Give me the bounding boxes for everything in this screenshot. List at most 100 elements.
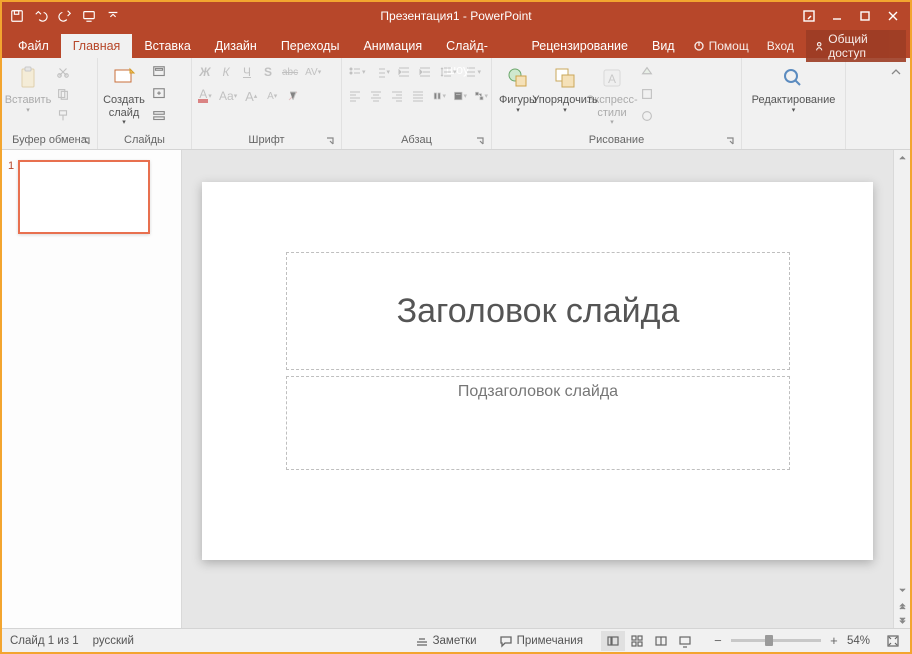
group-paragraph: ▾ ▾ ▾ ▾ ▾ ▾ ▾ Абзац — [342, 58, 492, 149]
thumbnail-item[interactable]: 1 — [8, 160, 175, 234]
shape-effects-icon[interactable] — [637, 106, 657, 126]
collapse-ribbon-icon[interactable] — [886, 62, 906, 82]
drawing-launcher-icon[interactable] — [725, 136, 735, 146]
next-slide-icon[interactable] — [895, 613, 910, 628]
group-label-slides: Слайды — [102, 132, 187, 149]
new-slide-label: Создать слайд — [103, 94, 145, 119]
view-buttons — [601, 631, 697, 651]
font-launcher-icon[interactable] — [325, 136, 335, 146]
notes-button[interactable]: Заметки — [411, 634, 481, 648]
line-spacing-icon[interactable]: ▾ — [437, 62, 459, 82]
increase-font-button[interactable]: A▴ — [242, 86, 260, 106]
tell-me-button[interactable]: Помощ — [687, 39, 755, 53]
align-center-icon[interactable] — [367, 86, 385, 106]
copy-icon[interactable] — [53, 84, 73, 104]
vertical-scrollbar[interactable] — [893, 150, 910, 628]
group-slides: Создать слайд▾ Слайды — [98, 58, 192, 149]
close-icon[interactable] — [880, 5, 906, 27]
char-spacing-button[interactable]: AV▾ — [303, 62, 323, 82]
tab-view[interactable]: Вид — [640, 34, 687, 58]
zoom-in-button[interactable]: + — [827, 634, 841, 648]
ribbon-display-options-icon[interactable] — [796, 5, 822, 27]
slide-sorter-icon[interactable] — [625, 631, 649, 651]
numbering-icon[interactable]: ▾ — [371, 62, 393, 82]
align-left-icon[interactable] — [346, 86, 364, 106]
save-icon[interactable] — [6, 5, 28, 27]
comments-button[interactable]: Примечания — [495, 634, 587, 648]
paste-button[interactable]: Вставить▾ — [6, 62, 50, 117]
title-placeholder[interactable]: Заголовок слайда — [286, 252, 790, 370]
text-direction-icon[interactable]: ▾ — [462, 62, 484, 82]
zoom-out-button[interactable]: − — [711, 634, 725, 648]
minimize-icon[interactable] — [824, 5, 850, 27]
zoom-slider[interactable] — [731, 639, 821, 642]
tab-animations[interactable]: Анимация — [351, 34, 434, 58]
decrease-font-button[interactable]: A▾ — [263, 86, 281, 106]
qat-customize-icon[interactable] — [102, 5, 124, 27]
new-slide-button[interactable]: Создать слайд▾ — [102, 62, 146, 129]
shapes-button[interactable]: Фигуры▾ — [496, 62, 540, 117]
tab-review[interactable]: Рецензирование — [519, 34, 640, 58]
underline-button[interactable]: Ч — [238, 62, 256, 82]
start-from-beginning-icon[interactable] — [78, 5, 100, 27]
bullets-icon[interactable]: ▾ — [346, 62, 368, 82]
italic-button[interactable]: К — [217, 62, 235, 82]
share-button[interactable]: Общий доступ — [806, 30, 906, 62]
strike-button[interactable]: abc — [280, 62, 300, 82]
subtitle-placeholder[interactable]: Подзаголовок слайда — [286, 376, 790, 470]
slideshow-view-icon[interactable] — [673, 631, 697, 651]
align-right-icon[interactable] — [388, 86, 406, 106]
cut-icon[interactable] — [53, 62, 73, 82]
paste-label: Вставить — [5, 94, 52, 107]
tab-file[interactable]: Файл — [6, 34, 61, 58]
arrange-button[interactable]: Упорядочить▾ — [543, 62, 587, 117]
layout-icon[interactable] — [149, 62, 169, 82]
decrease-indent-icon[interactable] — [395, 62, 413, 82]
clear-formatting-icon[interactable] — [284, 86, 302, 106]
shape-outline-icon[interactable] — [637, 84, 657, 104]
tab-home[interactable]: Главная — [61, 34, 133, 58]
paragraph-launcher-icon[interactable] — [475, 136, 485, 146]
scroll-down-icon[interactable] — [895, 583, 910, 598]
normal-view-icon[interactable] — [601, 631, 625, 651]
quick-styles-icon: A — [598, 64, 626, 92]
tab-slideshow[interactable]: Слайд-шоу — [434, 34, 519, 58]
prev-slide-icon[interactable] — [895, 598, 910, 613]
editing-button[interactable]: Редактирование▾ — [752, 62, 836, 117]
section-icon[interactable] — [149, 106, 169, 126]
zoom-slider-thumb[interactable] — [765, 635, 773, 646]
shape-fill-icon[interactable] — [637, 62, 657, 82]
increase-indent-icon[interactable] — [416, 62, 434, 82]
shadow-button[interactable]: S — [259, 62, 277, 82]
tab-design[interactable]: Дизайн — [203, 34, 269, 58]
maximize-icon[interactable] — [852, 5, 878, 27]
slide-canvas-area[interactable]: Заголовок слайда Подзаголовок слайда — [182, 150, 893, 628]
font-color-button[interactable]: A▾ — [196, 86, 214, 106]
window-title: Презентация1 - PowerPoint — [2, 9, 910, 23]
fit-to-window-icon[interactable] — [884, 632, 902, 650]
zoom-level[interactable]: 54% — [847, 635, 870, 647]
slide-counter[interactable]: Слайд 1 из 1 — [10, 635, 79, 647]
language-indicator[interactable]: русский — [93, 635, 134, 647]
reading-view-icon[interactable] — [649, 631, 673, 651]
ribbon: Вставить▾ Буфер обмена Создать слайд▾ Сл… — [2, 58, 910, 150]
group-font: Ж К Ч S abc AV▾ A▾ Aa▾ A▴ A▾ Шрифт — [192, 58, 342, 149]
change-case-button[interactable]: Aa▾ — [217, 86, 239, 106]
quick-styles-button[interactable]: A Экспресс- стили▾ — [590, 62, 634, 129]
signin-button[interactable]: Вход — [761, 39, 800, 53]
columns-icon[interactable]: ▾ — [430, 86, 448, 106]
format-painter-icon[interactable] — [53, 106, 73, 126]
clipboard-launcher-icon[interactable] — [81, 136, 91, 146]
smartart-icon[interactable]: ▾ — [472, 86, 490, 106]
align-text-icon[interactable]: ▾ — [451, 86, 469, 106]
tab-insert[interactable]: Вставка — [132, 34, 202, 58]
tab-transitions[interactable]: Переходы — [269, 34, 352, 58]
shapes-icon — [504, 64, 532, 92]
undo-icon[interactable] — [30, 5, 52, 27]
reset-icon[interactable] — [149, 84, 169, 104]
justify-icon[interactable] — [409, 86, 427, 106]
scroll-up-icon[interactable] — [895, 150, 910, 165]
bold-button[interactable]: Ж — [196, 62, 214, 82]
group-label-editing — [746, 144, 841, 149]
redo-icon[interactable] — [54, 5, 76, 27]
